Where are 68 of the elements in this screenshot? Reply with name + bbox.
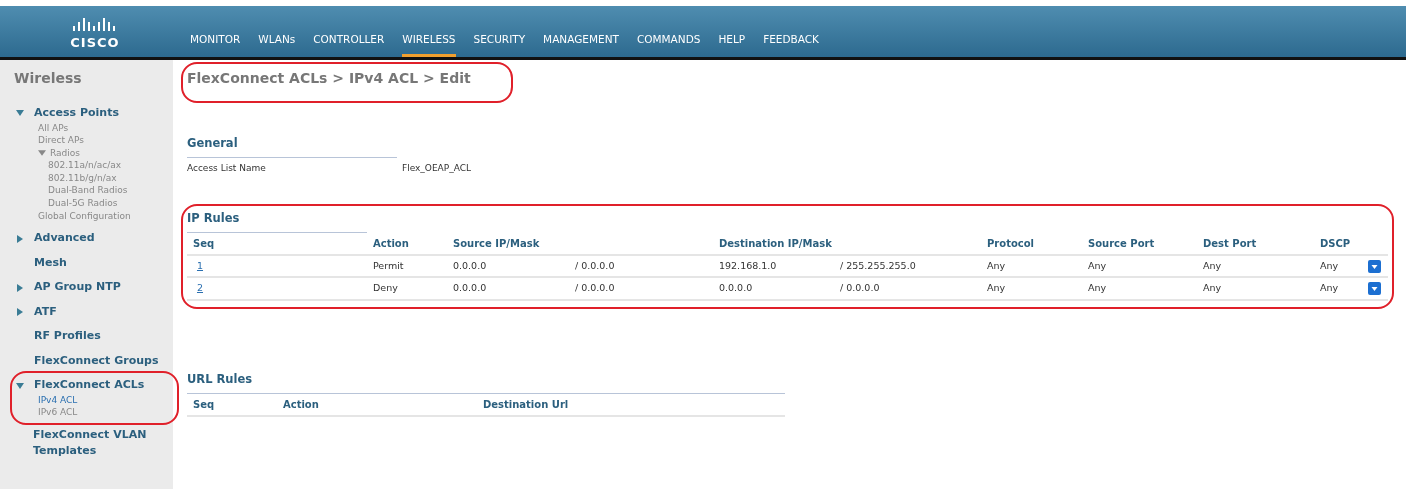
menu-tab[interactable]: WLANs <box>258 32 296 57</box>
column-header: Action <box>276 393 477 416</box>
table-cell: 0.0.0.0 <box>713 277 834 300</box>
menu-tab[interactable]: CONTROLLER <box>313 32 385 57</box>
column-header: Destination IP/Mask <box>713 233 981 255</box>
field-value: Flex_OEAP_ACL <box>401 162 471 176</box>
table-cell: Any <box>1197 277 1314 300</box>
column-header: Seq <box>186 233 367 255</box>
seq-link[interactable]: 2 <box>192 282 207 294</box>
section-title: General <box>186 135 397 159</box>
table-cell: Any <box>1082 277 1197 300</box>
dropdown-icon[interactable] <box>1368 259 1381 273</box>
dropdown-icon[interactable] <box>1368 281 1381 295</box>
breadcrumb: FlexConnect ACLs > IPv4 ACL > Edit <box>186 69 471 88</box>
column-header: DSCP <box>1314 233 1368 255</box>
menu-tab[interactable]: HELP <box>718 32 746 57</box>
menu-tab[interactable]: SECURITY <box>473 32 526 57</box>
sidebar-item[interactable]: ATF <box>34 303 57 321</box>
sidebar-subitem[interactable]: Global Configuration <box>38 209 131 223</box>
section-title: IP Rules <box>186 209 367 233</box>
sidebar-item[interactable]: Access Points <box>34 105 119 122</box>
sidebar-item[interactable]: Advanced <box>34 230 95 247</box>
menu-tab[interactable]: COMMANDS <box>636 32 701 57</box>
sidebar-subitem[interactable]: Dual-Band Radios <box>48 184 128 198</box>
column-header: Action <box>366 233 447 255</box>
logo-icon <box>73 17 117 32</box>
table-cell: 192.168.1.0 <box>713 255 834 278</box>
column-header: Dest Port <box>1197 233 1314 255</box>
menu-tab[interactable]: MONITOR <box>190 32 241 57</box>
field-label: Access List Name <box>186 162 267 176</box>
sidebar-item[interactable]: Mesh <box>34 254 67 272</box>
sidebar-subitem[interactable]: 802.11b/g/n/ax <box>48 171 117 185</box>
sidebar-item[interactable]: FlexConnect ACLs <box>34 377 145 394</box>
sidebar-subitem[interactable]: IPv6 ACL <box>38 406 78 419</box>
sidebar-title: Wireless <box>14 69 83 88</box>
table-cell: Any <box>1082 255 1197 278</box>
table-cell: 0.0.0.0 <box>446 277 569 300</box>
sidebar-item[interactable]: AP Group NTP <box>34 279 121 296</box>
table-cell: / 0.0.0.0 <box>834 277 981 300</box>
menu-tab[interactable]: MANAGEMENT <box>543 32 619 57</box>
sidebar-subitem[interactable]: IPv4 ACL <box>38 393 78 407</box>
sidebar-subitem[interactable]: Radios <box>50 146 80 160</box>
logo: CISCO <box>70 36 120 49</box>
seq-link[interactable]: 1 <box>192 260 207 271</box>
table-cell: / 0.0.0.0 <box>568 277 713 300</box>
column-header: Destination Url <box>476 393 785 416</box>
sidebar-subitem[interactable]: Direct APs <box>38 134 84 147</box>
sidebar-item[interactable]: FlexConnect Groups <box>34 352 159 370</box>
table-cell: 0.0.0.0 <box>446 255 569 278</box>
column-header: Source Port <box>1082 233 1197 255</box>
sidebar-subitem[interactable]: All APs <box>38 121 69 135</box>
table-cell: / 0.0.0.0 <box>568 255 713 278</box>
column-header: Protocol <box>981 233 1082 255</box>
section-title: URL Rules <box>186 370 785 394</box>
table-cell: Any <box>1197 255 1314 278</box>
menu-tab[interactable]: FEEDBACK <box>763 32 819 57</box>
table-cell: Permit <box>366 255 447 278</box>
sidebar-subitem[interactable]: 802.11a/n/ac/ax <box>48 159 122 172</box>
column-header: Source IP/Mask <box>446 233 713 255</box>
sidebar-item[interactable]: RF Profiles <box>34 328 101 345</box>
table-cell: Any <box>981 277 1082 300</box>
table-cell: Deny <box>366 277 447 300</box>
column-header: Seq <box>186 393 277 416</box>
table-cell: Any <box>981 255 1082 278</box>
sidebar-item[interactable]: FlexConnect VLAN Templates <box>32 426 173 460</box>
menu-tab[interactable]: WIRELESS <box>402 32 456 57</box>
sidebar-subitem[interactable]: Dual-5G Radios <box>48 197 118 210</box>
table-cell: / 255.255.255.0 <box>834 255 981 278</box>
